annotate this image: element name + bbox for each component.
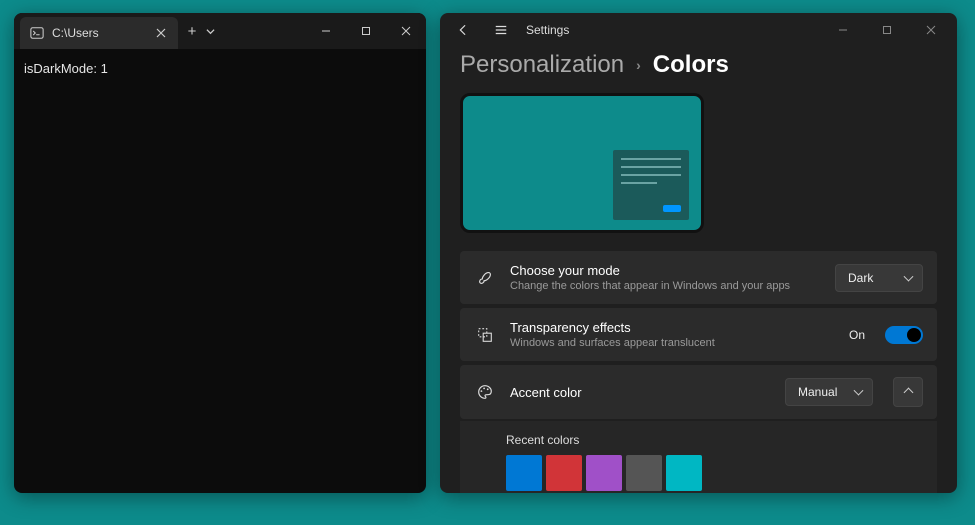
transparency-desc: Windows and surfaces appear translucent	[510, 337, 835, 349]
app-title: Settings	[526, 23, 569, 37]
transparency-toggle[interactable]	[885, 326, 923, 344]
recent-color-swatches	[506, 455, 923, 491]
color-swatch[interactable]	[506, 455, 542, 491]
terminal-tab[interactable]: C:\Users	[20, 17, 178, 49]
preview-window-mock	[613, 150, 689, 220]
close-window-button[interactable]	[386, 13, 426, 49]
back-button[interactable]	[446, 15, 480, 45]
terminal-titlebar: C:\Users +	[14, 13, 426, 49]
mode-desc: Change the colors that appear in Windows…	[510, 280, 821, 292]
breadcrumb-current: Colors	[653, 51, 729, 79]
color-swatch[interactable]	[546, 455, 582, 491]
tab-title: C:\Users	[52, 26, 146, 40]
new-tab-button[interactable]: +	[178, 23, 206, 40]
transparency-icon	[474, 326, 496, 344]
chevron-right-icon: ›	[636, 57, 641, 73]
settings-titlebar: Settings	[440, 13, 957, 47]
minimize-button[interactable]	[306, 13, 346, 49]
settings-content: Personalization › Colors Choose your mod…	[440, 47, 957, 493]
accent-expand-button[interactable]	[893, 377, 923, 407]
transparency-row: Transparency effects Windows and surface…	[460, 308, 937, 361]
terminal-output-line: isDarkMode: 1	[24, 61, 416, 76]
recent-colors-section: Recent colors	[460, 421, 937, 493]
color-swatch[interactable]	[666, 455, 702, 491]
menu-button[interactable]	[484, 15, 518, 45]
tab-dropdown-button[interactable]	[206, 27, 226, 36]
color-swatch[interactable]	[626, 455, 662, 491]
brush-icon	[474, 269, 496, 287]
breadcrumb: Personalization › Colors	[460, 51, 937, 79]
recent-colors-label: Recent colors	[506, 433, 923, 447]
terminal-icon	[30, 26, 44, 40]
settings-maximize-button[interactable]	[867, 15, 907, 45]
settings-window: Settings Personalization › Colors	[440, 13, 957, 493]
close-tab-button[interactable]	[154, 26, 168, 40]
maximize-button[interactable]	[346, 13, 386, 49]
toggle-state-label: On	[849, 328, 865, 342]
breadcrumb-parent[interactable]: Personalization	[460, 51, 624, 79]
transparency-title: Transparency effects	[510, 320, 835, 335]
settings-minimize-button[interactable]	[823, 15, 863, 45]
color-swatch[interactable]	[586, 455, 622, 491]
mode-dropdown[interactable]: Dark	[835, 264, 923, 292]
accent-dropdown[interactable]: Manual	[785, 378, 873, 406]
accent-title: Accent color	[510, 385, 771, 400]
terminal-window: C:\Users + isDarkMode: 1	[14, 13, 426, 493]
settings-close-button[interactable]	[911, 15, 951, 45]
terminal-body[interactable]: isDarkMode: 1	[14, 49, 426, 88]
palette-icon	[474, 383, 496, 401]
color-preview	[460, 93, 704, 233]
mode-title: Choose your mode	[510, 263, 821, 278]
choose-mode-row: Choose your mode Change the colors that …	[460, 251, 937, 304]
accent-color-row: Accent color Manual	[460, 365, 937, 419]
